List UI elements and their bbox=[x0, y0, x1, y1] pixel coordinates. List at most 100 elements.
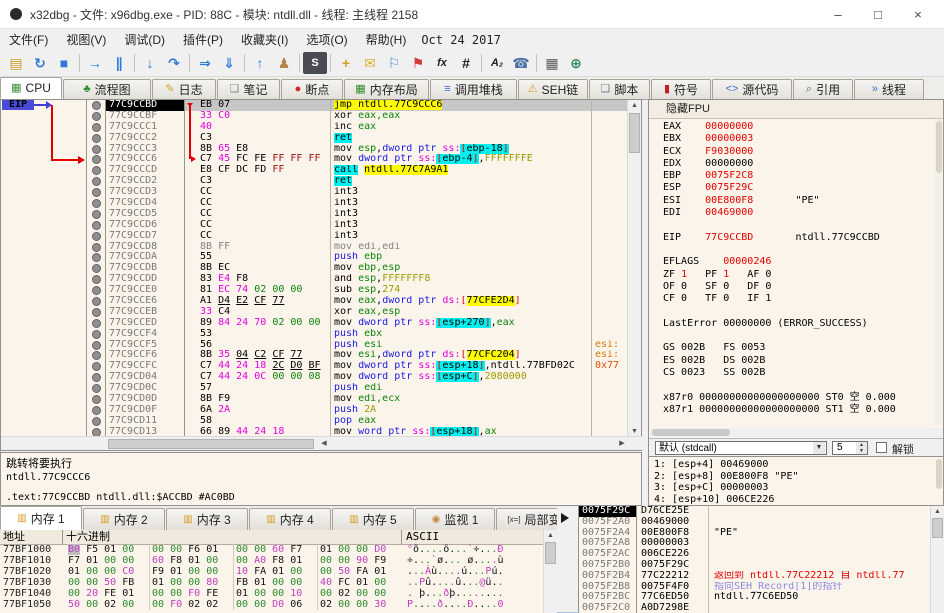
restart-button[interactable]: ↻ bbox=[28, 52, 52, 74]
calling-convention-select[interactable]: 默认 (stdcall)▼ bbox=[655, 441, 827, 455]
tab-threads[interactable]: »线程 bbox=[854, 79, 924, 99]
disasm-row[interactable]: 77C9CCC6C7 45 FC FE FF FF FFmov dword pt… bbox=[1, 154, 627, 165]
open-file-button[interactable]: ▤ bbox=[4, 52, 28, 74]
disasm-row[interactable]: 77C9CCD7CCint3 bbox=[1, 231, 627, 242]
disasm-row[interactable]: 77C9CCE081 EC 74 02 00 00sub esp,274 bbox=[1, 285, 627, 296]
register-line[interactable]: OF 0 SF 0 DF 0 bbox=[663, 281, 934, 293]
disasm-row[interactable]: 77C9CCDA55push ebp bbox=[1, 252, 627, 263]
tab-references[interactable]: ⌕引用 bbox=[793, 79, 853, 99]
dump-tab-memory-4[interactable]: ▥内存 4 bbox=[249, 508, 331, 530]
disasm-row[interactable]: 77C9CCF556push esiesi: bbox=[1, 340, 627, 351]
scroll-thumb[interactable] bbox=[932, 518, 943, 538]
register-line[interactable] bbox=[663, 305, 934, 317]
disasm-row[interactable]: 77C9CCC2C3ret bbox=[1, 133, 627, 144]
tab-source[interactable]: <>源代码 bbox=[712, 79, 792, 99]
stack-row[interactable]: 0075F2A800000003 bbox=[579, 538, 944, 549]
scroll-up-icon[interactable]: ▲ bbox=[544, 530, 557, 542]
disasm-row[interactable]: 77C9CCCDE8 CF DC FD FFcall ntdll.77C7A9A… bbox=[1, 165, 627, 176]
breakpoint-dot-cell[interactable] bbox=[86, 405, 106, 416]
tab-cpu[interactable]: ▦CPU bbox=[0, 77, 62, 99]
step-over-button[interactable]: ↷ bbox=[162, 52, 186, 74]
tab-notes[interactable]: ❏笔记 bbox=[217, 79, 280, 99]
stack-row[interactable]: 0075F2B477C22212返回到 ntdll.77C22212 自 ntd… bbox=[579, 571, 944, 582]
breakpoint-dot-cell[interactable] bbox=[86, 318, 106, 329]
tab-breakpoints[interactable]: ●断点 bbox=[281, 79, 343, 99]
disasm-row[interactable]: 77C9CCC140inc eax bbox=[1, 122, 627, 133]
skip-button[interactable]: S bbox=[303, 52, 327, 74]
register-line[interactable]: EDX 00000000 bbox=[663, 158, 934, 170]
dump-row[interactable]: 77BF104000 20 FE 0100 00 F0 FE01 00 00 1… bbox=[0, 588, 543, 599]
dump-tab-memory-5[interactable]: ▥内存 5 bbox=[332, 508, 414, 530]
column-header-ascii[interactable]: ASCII bbox=[402, 530, 557, 544]
tab-memory-map[interactable]: ▦内存布局 bbox=[344, 79, 429, 99]
breakpoint-dot-cell[interactable] bbox=[86, 285, 106, 296]
step-into-button[interactable]: ↓ bbox=[138, 52, 162, 74]
breakpoint-dot-cell[interactable] bbox=[86, 198, 106, 209]
chevron-down-icon[interactable]: ▼ bbox=[813, 442, 825, 454]
register-line[interactable]: ESP 0075F29C bbox=[663, 182, 934, 194]
breakpoint-dot-cell[interactable] bbox=[86, 372, 106, 383]
scroll-left-icon[interactable]: ◀ bbox=[3, 437, 645, 451]
breakpoint-dot-cell[interactable] bbox=[86, 416, 106, 427]
comment-button[interactable]: ✉ bbox=[358, 52, 382, 74]
register-line[interactable]: EFLAGS 00000246 bbox=[663, 256, 934, 268]
menu-item-1[interactable]: 视图(V) bbox=[57, 29, 115, 50]
run-button[interactable]: → bbox=[83, 52, 107, 74]
pause-button[interactable]: ∥ bbox=[107, 52, 131, 74]
tab-overflow-arrow[interactable] bbox=[561, 513, 569, 523]
breakpoint-dot-cell[interactable] bbox=[86, 329, 106, 340]
tab-script[interactable]: ❏脚本 bbox=[589, 79, 650, 99]
register-line[interactable]: CF 0 TF 0 IF 1 bbox=[663, 293, 934, 305]
disasm-row[interactable]: 77C9CD0D8B F9mov edi,ecx bbox=[1, 394, 627, 405]
breakpoint-dot-cell[interactable] bbox=[86, 220, 106, 231]
breakpoint-dot-cell[interactable] bbox=[86, 242, 106, 253]
menu-item-4[interactable]: 收藏夹(I) bbox=[232, 29, 297, 50]
breakpoint-dot-cell[interactable] bbox=[86, 274, 106, 285]
stack-row[interactable]: 0075F2C0A0D7298E bbox=[579, 603, 944, 613]
breakpoint-dot-cell[interactable] bbox=[86, 296, 106, 307]
dump-row[interactable]: 77BF1000B0 F5 01 0000 00 F6 0100 00 60 F… bbox=[0, 544, 543, 555]
register-line[interactable] bbox=[663, 379, 934, 391]
register-line[interactable]: EBX 00000003 bbox=[663, 133, 934, 145]
device-button[interactable]: ☎ bbox=[509, 52, 533, 74]
disasm-row[interactable]: 77C9CD04C7 44 24 0C 00 00 08mov dword pt… bbox=[1, 372, 627, 383]
argument-count-stepper[interactable]: 5▲▼ bbox=[832, 441, 868, 455]
hide-fpu-button[interactable]: 隐藏FPU bbox=[649, 100, 943, 119]
globe-button[interactable]: ⊕ bbox=[564, 52, 588, 74]
register-line[interactable]: EIP 77C9CCBD ntdll.77C9CCBD bbox=[663, 232, 934, 244]
function-button[interactable]: fx bbox=[430, 52, 454, 74]
label-button[interactable]: ⚐ bbox=[382, 52, 406, 74]
dump-row[interactable]: 77BF103000 00 50 FB01 00 00 80FB 01 00 0… bbox=[0, 577, 543, 588]
scroll-right-icon[interactable]: ▶ bbox=[617, 437, 627, 451]
tab-seh-chain[interactable]: ⚠SEH链 bbox=[518, 79, 588, 99]
a2z-button[interactable]: A₂ bbox=[485, 52, 509, 74]
dump-tab-watch-1[interactable]: ◉监视 1 bbox=[415, 508, 495, 530]
breakpoint-dot-cell[interactable] bbox=[86, 340, 106, 351]
register-line[interactable]: CS 0023 SS 002B bbox=[663, 367, 934, 379]
disasm-row[interactable]: 77C9CCD4CCint3 bbox=[1, 198, 627, 209]
minimize-button[interactable]: – bbox=[818, 0, 858, 28]
tab-symbols[interactable]: ▮符号 bbox=[651, 79, 711, 99]
register-line[interactable]: ES 002B DS 002B bbox=[663, 355, 934, 367]
register-line[interactable]: ECX F9030000 bbox=[663, 146, 934, 158]
stack-vertical-scrollbar[interactable]: ▲ bbox=[930, 506, 944, 613]
breakpoint-dot-cell[interactable] bbox=[86, 307, 106, 318]
breakpoint-dot-cell[interactable] bbox=[86, 144, 106, 155]
argument-line-2[interactable]: 2: [esp+8] 00E800F8 "PE" bbox=[649, 471, 943, 483]
register-line[interactable]: EAX 00000000 bbox=[663, 121, 934, 133]
stack-row[interactable]: 0075F29CD76CE25E bbox=[579, 506, 944, 517]
dump-row[interactable]: 77BF102001 00 00 C0F9 01 00 0010 FA 01 0… bbox=[0, 566, 543, 577]
calculator-button[interactable]: ▦ bbox=[540, 52, 564, 74]
disasm-row[interactable]: 77C9CCDD83 E4 F8and esp,FFFFFFF8 bbox=[1, 274, 627, 285]
register-line[interactable]: EBP 0075F2C8 bbox=[663, 170, 934, 182]
disasm-row[interactable]: 77C9CCD6CCint3 bbox=[1, 220, 627, 231]
scroll-thumb[interactable] bbox=[652, 429, 730, 436]
execute-till-return-button[interactable]: ↑ bbox=[248, 52, 272, 74]
menu-item-0[interactable]: 文件(F) bbox=[0, 29, 57, 50]
stop-button[interactable]: ■ bbox=[52, 52, 76, 74]
stack-row[interactable]: 0075F2A400E800F8"PE" bbox=[579, 528, 944, 539]
argument-line-1[interactable]: 1: [esp+4] 00469000 bbox=[649, 459, 943, 471]
trace-over-button[interactable]: ⇓ bbox=[217, 52, 241, 74]
dump-tab-locals[interactable]: [x=]局部变量 bbox=[496, 508, 557, 530]
disasm-row[interactable]: 77C9CCF453push ebx bbox=[1, 329, 627, 340]
